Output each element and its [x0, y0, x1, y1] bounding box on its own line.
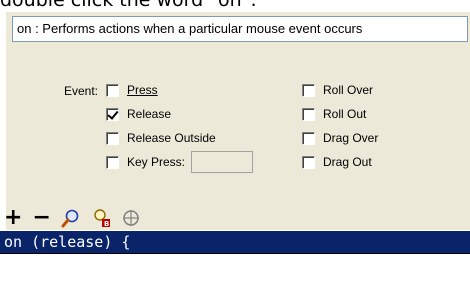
- code-editor[interactable]: [0, 253, 470, 291]
- svg-text:B: B: [104, 220, 109, 228]
- replace-icon[interactable]: B: [91, 208, 111, 228]
- option-roll-over[interactable]: Roll Over: [302, 82, 373, 98]
- checkbox-release[interactable]: [106, 107, 119, 121]
- event-label: Event:: [64, 84, 99, 98]
- checkbox-release-outside[interactable]: [106, 131, 119, 145]
- checkbox-drag-out[interactable]: [302, 155, 315, 169]
- option-release[interactable]: Release: [106, 106, 171, 122]
- checkbox-key-press[interactable]: [106, 155, 119, 169]
- option-press[interactable]: Press: [106, 82, 158, 98]
- checkbox-roll-over[interactable]: [302, 83, 315, 97]
- checkbox-press[interactable]: [106, 83, 119, 97]
- option-label: Roll Out: [323, 107, 367, 121]
- option-label: Drag Out: [323, 155, 372, 169]
- parameters-panel: [6, 12, 470, 230]
- remove-button[interactable]: −: [32, 207, 50, 229]
- option-drag-out[interactable]: Drag Out: [302, 154, 372, 170]
- option-roll-out[interactable]: Roll Out: [302, 106, 366, 122]
- add-button[interactable]: +: [4, 207, 22, 229]
- option-drag-over[interactable]: Drag Over: [302, 130, 378, 146]
- checkbox-drag-over[interactable]: [302, 131, 315, 145]
- top-caption: double click the word "on":: [0, 0, 257, 11]
- option-label: Roll Over: [323, 83, 374, 97]
- option-label: Release Outside: [127, 131, 216, 145]
- checkbox-roll-out[interactable]: [302, 107, 315, 121]
- target-icon[interactable]: [121, 208, 141, 228]
- option-key-press[interactable]: Key Press:: [106, 151, 254, 173]
- description-field: on : Performs actions when a particular …: [12, 16, 468, 42]
- option-release-outside[interactable]: Release Outside: [106, 130, 216, 146]
- actions-toolbar: + − B: [0, 206, 200, 230]
- key-press-input[interactable]: [191, 151, 254, 173]
- option-label: Drag Over: [323, 131, 379, 145]
- option-label: Release: [127, 107, 172, 121]
- option-label: Press: [127, 83, 158, 97]
- code-line-selected[interactable]: on (release) {: [0, 231, 470, 253]
- option-label: Key Press:: [127, 155, 186, 169]
- find-icon[interactable]: [61, 208, 81, 228]
